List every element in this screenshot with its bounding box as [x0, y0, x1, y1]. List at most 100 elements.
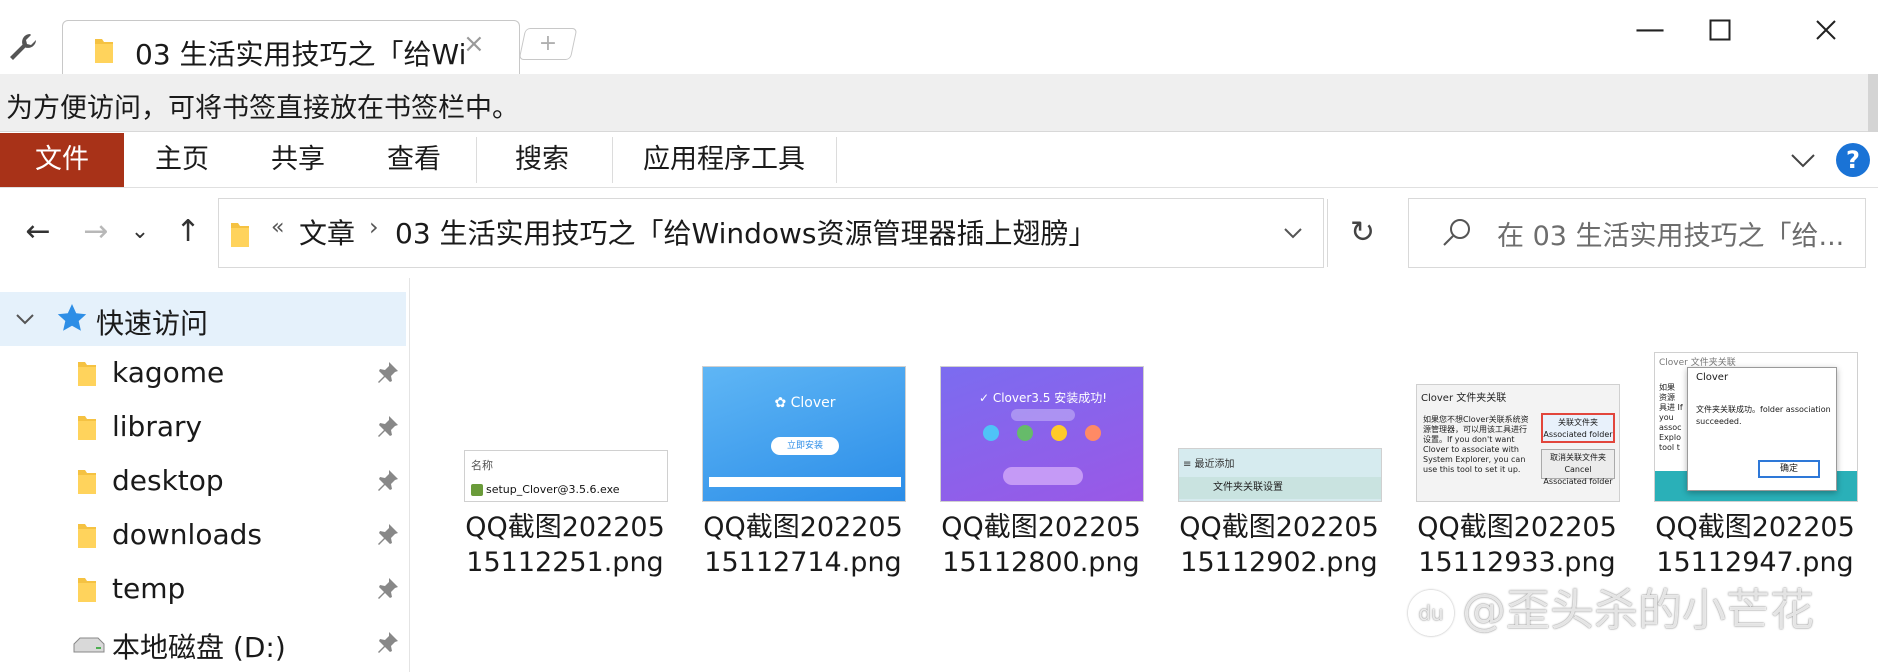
tab-file[interactable]: 文件 [0, 133, 124, 187]
tab-search[interactable]: 搜索 [478, 133, 606, 187]
close-window-button[interactable] [1798, 10, 1854, 50]
folder-icon [78, 524, 96, 548]
folder-icon [78, 470, 96, 494]
maximize-icon [1709, 19, 1731, 41]
thumb-dot [1051, 425, 1067, 441]
pin-icon[interactable] [374, 522, 400, 548]
pin-icon[interactable] [374, 414, 400, 440]
thumb-dialog: Clover 文件夹关联成功。folder association succee… [1687, 367, 1837, 491]
file-name: QQ截图20220515112902.png [1179, 512, 1379, 578]
breadcrumb-separator[interactable]: › [369, 213, 379, 241]
address-dropdown-chevron-icon[interactable] [1277, 217, 1309, 249]
folder-icon [95, 39, 113, 63]
nav-item-desktop[interactable]: desktop [0, 454, 406, 508]
thumb-dialog-message: 文件夹关联成功。folder association succeeded. [1696, 405, 1831, 426]
tab-view[interactable]: 查看 [356, 133, 472, 187]
star-icon [57, 304, 87, 331]
up-button[interactable]: ↑ [170, 214, 206, 250]
tab-share[interactable]: 共享 [240, 133, 356, 187]
thumb-header: Clover 文件夹关联 [1421, 393, 1507, 404]
wrench-icon[interactable] [6, 30, 40, 64]
thumb-title: ✓ Clover3.5 安装成功! [978, 391, 1108, 405]
ribbon-separator [836, 137, 837, 183]
tab-application-tools[interactable]: 应用程序工具 [614, 133, 834, 187]
maximize-button[interactable] [1692, 10, 1748, 50]
address-bar[interactable]: « 文章 › 03 生活实用技巧之「给Windows资源管理器插上翅膀」 ↻ [218, 198, 1375, 268]
nav-item-label: desktop [112, 464, 224, 497]
address-row: ← → ⌄ ↑ « 文章 › 03 生活实用技巧之「给Windows资源管理器插… [0, 188, 1878, 278]
file-item[interactable]: ✓ Clover3.5 安装成功! QQ截图20220515112800.png [936, 278, 1146, 672]
folder-icon [78, 578, 96, 602]
file-thumbnail: ≡ 最近添加 文件夹关联设置 [1178, 448, 1382, 502]
bookmark-bar: 为方便访问，可将书签直接放在书签栏中。 [0, 74, 1878, 132]
file-thumbnail: Clover 文件夹关联 如果 资源 具进 If you assoc Explo… [1654, 352, 1858, 502]
nav-item-library[interactable]: library [0, 400, 406, 454]
expand-ribbon-chevron-icon[interactable] [1788, 145, 1818, 175]
close-icon [1816, 20, 1836, 40]
back-button[interactable]: ← [20, 214, 56, 250]
forward-button[interactable]: → [78, 214, 114, 250]
nav-item-temp[interactable]: temp [0, 562, 406, 616]
thumb-dialog-ok: 确定 [1758, 460, 1820, 478]
thumb-button [1003, 467, 1083, 485]
file-name: QQ截图20220515112800.png [941, 512, 1141, 578]
search-box[interactable]: 在 03 生活实用技巧之「给... [1408, 198, 1866, 268]
drive-icon [73, 637, 105, 653]
new-tab-button[interactable]: + [518, 28, 578, 60]
title-bar: 03 生活实用技巧之「给Wi × + — [0, 0, 1878, 74]
bookmark-bar-hint: 为方便访问，可将书签直接放在书签栏中。 [6, 93, 519, 124]
thumb-install-button: 立即安装 [771, 437, 839, 455]
nav-item-label: library [112, 410, 203, 443]
plus-icon: + [538, 31, 558, 56]
file-name: QQ截图20220515112947.png [1655, 512, 1855, 578]
file-item[interactable]: ✿ Clover 立即安装 QQ截图20220515112714.png [698, 278, 908, 672]
tab-home[interactable]: 主页 [124, 133, 240, 187]
refresh-button[interactable]: ↻ [1327, 199, 1397, 267]
chevron-down-icon[interactable] [12, 306, 38, 332]
watermark-badge: du [1408, 590, 1454, 636]
breadcrumb-overflow-button[interactable]: « [271, 215, 284, 240]
thumb-cancel-button: 取消关联文件夹 Cancel Associated folder [1541, 449, 1615, 486]
nav-item-downloads[interactable]: downloads [0, 508, 406, 562]
nav-item-kagome[interactable]: kagome [0, 346, 406, 400]
search-placeholder: 在 03 生活实用技巧之「给... [1497, 221, 1845, 252]
recent-locations-button[interactable]: ⌄ [128, 214, 152, 250]
file-item[interactable]: ≡ 最近添加 文件夹关联设置 QQ截图20220515112902.png [1174, 278, 1384, 672]
pin-icon[interactable] [374, 630, 400, 656]
file-thumbnail: ✿ Clover 立即安装 [702, 366, 906, 502]
pin-icon[interactable] [374, 360, 400, 386]
nav-item-label: 本地磁盘 (D:) [112, 631, 286, 664]
tab-active[interactable]: 03 生活实用技巧之「给Wi × [62, 20, 520, 74]
nav-quick-access[interactable]: 快速访问 [0, 292, 406, 346]
nav-item-label: temp [112, 572, 186, 605]
thumb-logo: ✿ Clover [774, 395, 836, 411]
ribbon-separator [612, 137, 613, 183]
nav-item-local-disk-d[interactable]: 本地磁盘 (D:) [0, 616, 406, 670]
breadcrumb-item[interactable]: 03 生活实用技巧之「给Windows资源管理器插上翅膀」 [395, 212, 1097, 252]
thumb-row: 文件夹关联设置 [1179, 477, 1381, 499]
file-name: QQ截图20220515112933.png [1417, 512, 1617, 578]
minimize-button[interactable]: — [1622, 10, 1678, 50]
help-button[interactable]: ? [1836, 143, 1870, 177]
file-name: QQ截图20220515112714.png [703, 512, 903, 578]
file-thumbnail: 名称 setup_Clover@3.5.6.exe [464, 450, 668, 502]
tab-close-button[interactable]: × [463, 29, 485, 59]
pin-icon[interactable] [374, 576, 400, 602]
thumb-row-label: setup_Clover@3.5.6.exe [486, 483, 620, 496]
watermark-text: @歪头杀的小芒花 [1462, 585, 1814, 636]
thumb-body: 如果您不想Clover关联系统资源管理器，可以用该工具进行设置。If you d… [1423, 415, 1529, 474]
file-name: QQ截图20220515112251.png [465, 512, 665, 578]
ribbon-separator [476, 137, 477, 183]
thumb-dot [1017, 425, 1033, 441]
thumb-dot [1085, 425, 1101, 441]
thumb-associate-button: 关联文件夹 Associated folder [1541, 413, 1615, 443]
watermark: du @歪头杀的小芒花 [1408, 574, 1814, 638]
thumb-bar: ≡ 最近添加 [1183, 459, 1235, 470]
file-item[interactable]: 名称 setup_Clover@3.5.6.exe QQ截图2022051511… [460, 278, 670, 672]
thumb-chip [1011, 409, 1075, 421]
pin-icon[interactable] [374, 468, 400, 494]
quick-access-label: 快速访问 [96, 307, 209, 340]
breadcrumb-item[interactable]: 文章 [299, 212, 355, 252]
nav-item-label: kagome [112, 356, 225, 389]
thumb-header: 名称 [471, 459, 493, 472]
